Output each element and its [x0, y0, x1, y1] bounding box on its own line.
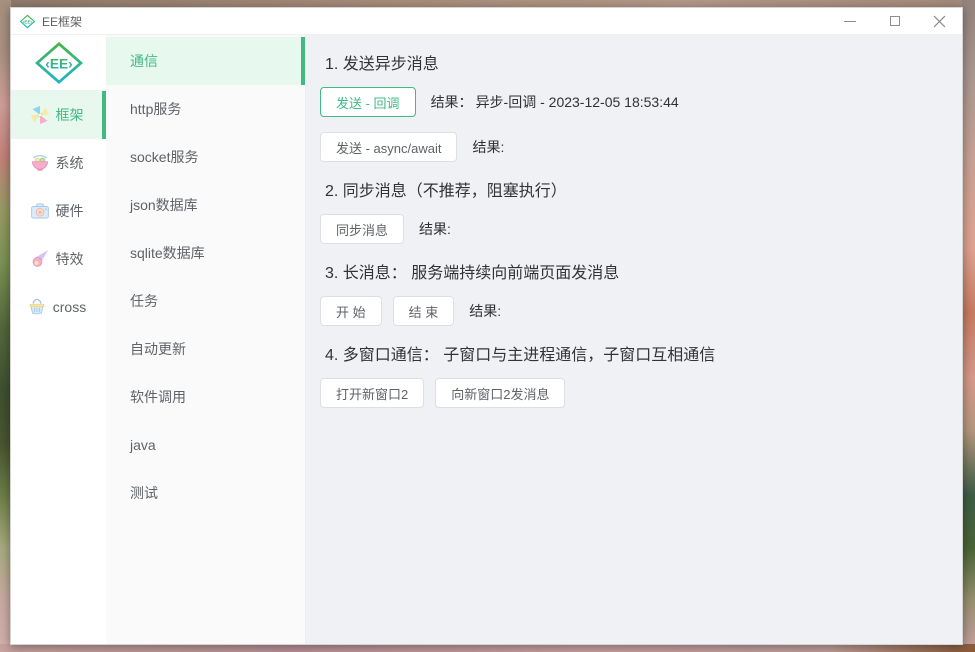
- result-label: 结果:: [469, 303, 502, 319]
- sidebar-item-label: 框架: [55, 107, 84, 123]
- start-button[interactable]: 开 始: [320, 296, 382, 326]
- title-bar[interactable]: ‹EE› EE框架: [11, 8, 962, 35]
- sidebar-item-system[interactable]: 系统: [11, 139, 106, 187]
- pinwheel-icon: [30, 105, 49, 125]
- main-area: ‹EE› 框架 系统 硬件 特效 cross 通信 http服务 socket服…: [11, 35, 962, 644]
- result-value: 异步-回调 - 2023-12-05 18:53:44: [475, 94, 679, 110]
- sidebar-item-hardware[interactable]: 硬件: [11, 187, 106, 235]
- button-row: 发送 - 回调 结果： 异步-回调 - 2023-12-05 18:53:44: [320, 87, 946, 117]
- send-to-window2-button[interactable]: 向新窗口2发消息: [435, 378, 566, 408]
- send-async-await-button[interactable]: 发送 - async/await: [320, 132, 458, 162]
- menu-item-sqlite-database[interactable]: sqlite数据库: [106, 229, 305, 277]
- svg-text:‹EE›: ‹EE›: [23, 19, 33, 25]
- result-label: 结果：: [430, 94, 473, 110]
- result-label: 结果:: [472, 139, 505, 155]
- section-heading: 2. 同步消息（不推荐，阻塞执行）: [325, 183, 567, 200]
- maximize-icon: [889, 16, 900, 26]
- menu-item-test[interactable]: 测试: [106, 469, 305, 517]
- sidebar-item-label: 系统: [55, 155, 84, 171]
- wallpaper-bottom: [0, 644, 975, 652]
- content-pane: 1. 发送异步消息 发送 - 回调 结果： 异步-回调 - 2023-12-05…: [306, 35, 962, 644]
- app-window: ‹EE› EE框架 ‹EE› 框架 系统 硬件 特效 cross 通信 http…: [10, 7, 963, 645]
- close-button[interactable]: [917, 8, 962, 34]
- menu-item-java[interactable]: java: [106, 421, 305, 469]
- ee-diamond-logo: ‹EE›: [34, 41, 83, 84]
- button-row: 同步消息 结果:: [320, 214, 946, 244]
- button-row: 打开新窗口2 向新窗口2发消息: [320, 378, 946, 408]
- secondary-menu: 通信 http服务 socket服务 json数据库 sqlite数据库 任务 …: [106, 35, 306, 644]
- comet-icon: [32, 249, 48, 267]
- svg-text:‹EE›: ‹EE›: [45, 56, 72, 71]
- stop-button[interactable]: 结 束: [392, 296, 455, 326]
- button-row: 开 始 结 束 结果:: [320, 296, 946, 326]
- result-label: 结果:: [419, 221, 451, 237]
- minimize-button[interactable]: [827, 8, 872, 34]
- camera-icon: [30, 203, 49, 219]
- menu-item-communication[interactable]: 通信: [106, 37, 305, 85]
- section-heading: 4. 多窗口通信： 子窗口与主进程通信，子窗口互相通信: [325, 347, 716, 364]
- send-callback-button[interactable]: 发送 - 回调: [320, 87, 416, 117]
- sidebar-item-label: 特效: [55, 251, 84, 267]
- menu-item-auto-update[interactable]: 自动更新: [106, 325, 305, 373]
- menu-item-http-service[interactable]: http服务: [106, 85, 305, 133]
- window-title: EE框架: [42, 14, 83, 29]
- sidebar-logo-block[interactable]: ‹EE›: [11, 35, 106, 91]
- section-heading: 3. 长消息： 服务端持续向前端页面发消息: [325, 265, 620, 282]
- close-icon: [933, 15, 946, 27]
- window-controls: [827, 8, 962, 34]
- minimize-icon: [843, 20, 856, 22]
- bowl-icon: [31, 155, 48, 171]
- sync-message-button[interactable]: 同步消息: [320, 214, 405, 244]
- menu-item-jobs[interactable]: 任务: [106, 277, 305, 325]
- menu-item-socket-service[interactable]: socket服务: [106, 133, 305, 181]
- section-async-message: 1. 发送异步消息 发送 - 回调 结果： 异步-回调 - 2023-12-05…: [320, 50, 946, 162]
- maximize-button[interactable]: [872, 8, 917, 34]
- sidebar-item-label: cross: [52, 299, 87, 315]
- section-multi-window: 4. 多窗口通信： 子窗口与主进程通信，子窗口互相通信 打开新窗口2 向新窗口2…: [320, 341, 946, 408]
- sidebar-item-label: 硬件: [55, 203, 84, 219]
- wallpaper-right: [962, 0, 975, 652]
- sidebar-item-effects[interactable]: 特效: [11, 235, 106, 283]
- section-long-message: 3. 长消息： 服务端持续向前端页面发消息 开 始 结 束 结果:: [320, 259, 946, 326]
- button-row: 发送 - async/await 结果:: [320, 132, 946, 162]
- sidebar-item-framework[interactable]: 框架: [11, 91, 106, 139]
- menu-item-software-invoke[interactable]: 软件调用: [106, 373, 305, 421]
- ee-logo-icon: ‹EE›: [20, 14, 35, 28]
- open-window2-button[interactable]: 打开新窗口2: [320, 378, 425, 408]
- basket-icon: [29, 298, 45, 315]
- sidebar-item-cross[interactable]: cross: [11, 283, 106, 331]
- section-heading: 1. 发送异步消息: [325, 56, 439, 73]
- menu-item-json-database[interactable]: json数据库: [106, 181, 305, 229]
- icon-sidebar: ‹EE› 框架 系统 硬件 特效 cross: [11, 35, 106, 644]
- section-sync-message: 2. 同步消息（不推荐，阻塞执行） 同步消息 结果:: [320, 177, 946, 244]
